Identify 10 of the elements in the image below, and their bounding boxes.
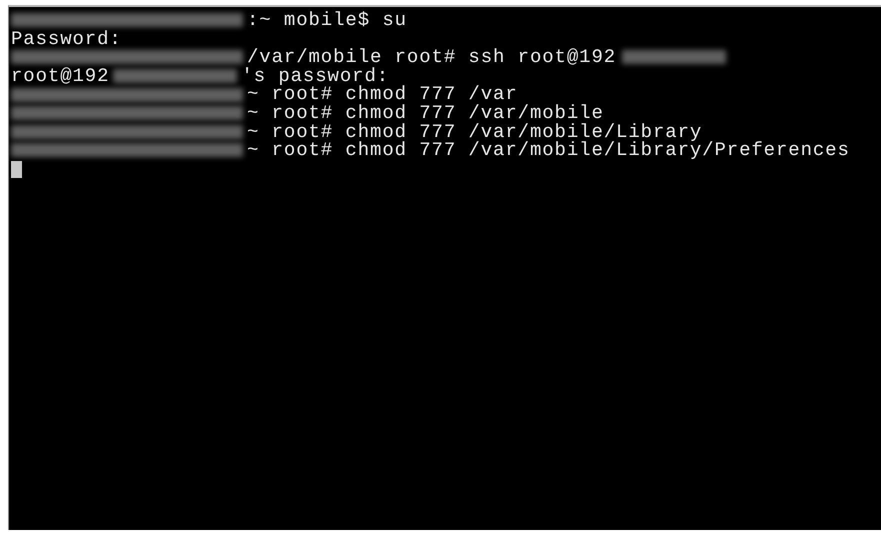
terminal-text: ~ root# chmod 777 /var/mobile/Library/Preferences (247, 141, 850, 160)
text-cursor (11, 160, 22, 178)
terminal-text: /var/mobile root# ssh root@192 (247, 48, 616, 67)
terminal-text: ~ root# chmod 777 /var/mobile (247, 104, 604, 123)
terminal-text: :~ mobile$ su (247, 11, 407, 30)
terminal-text: ~ root# chmod 777 /var/mobile/Library (247, 122, 702, 142)
terminal-text: ~ root# chmod 777 /var (247, 85, 518, 104)
terminal-text: Password: (11, 30, 122, 48)
terminal-text: 's password: (241, 66, 390, 86)
terminal-text: root@192 (11, 66, 110, 86)
